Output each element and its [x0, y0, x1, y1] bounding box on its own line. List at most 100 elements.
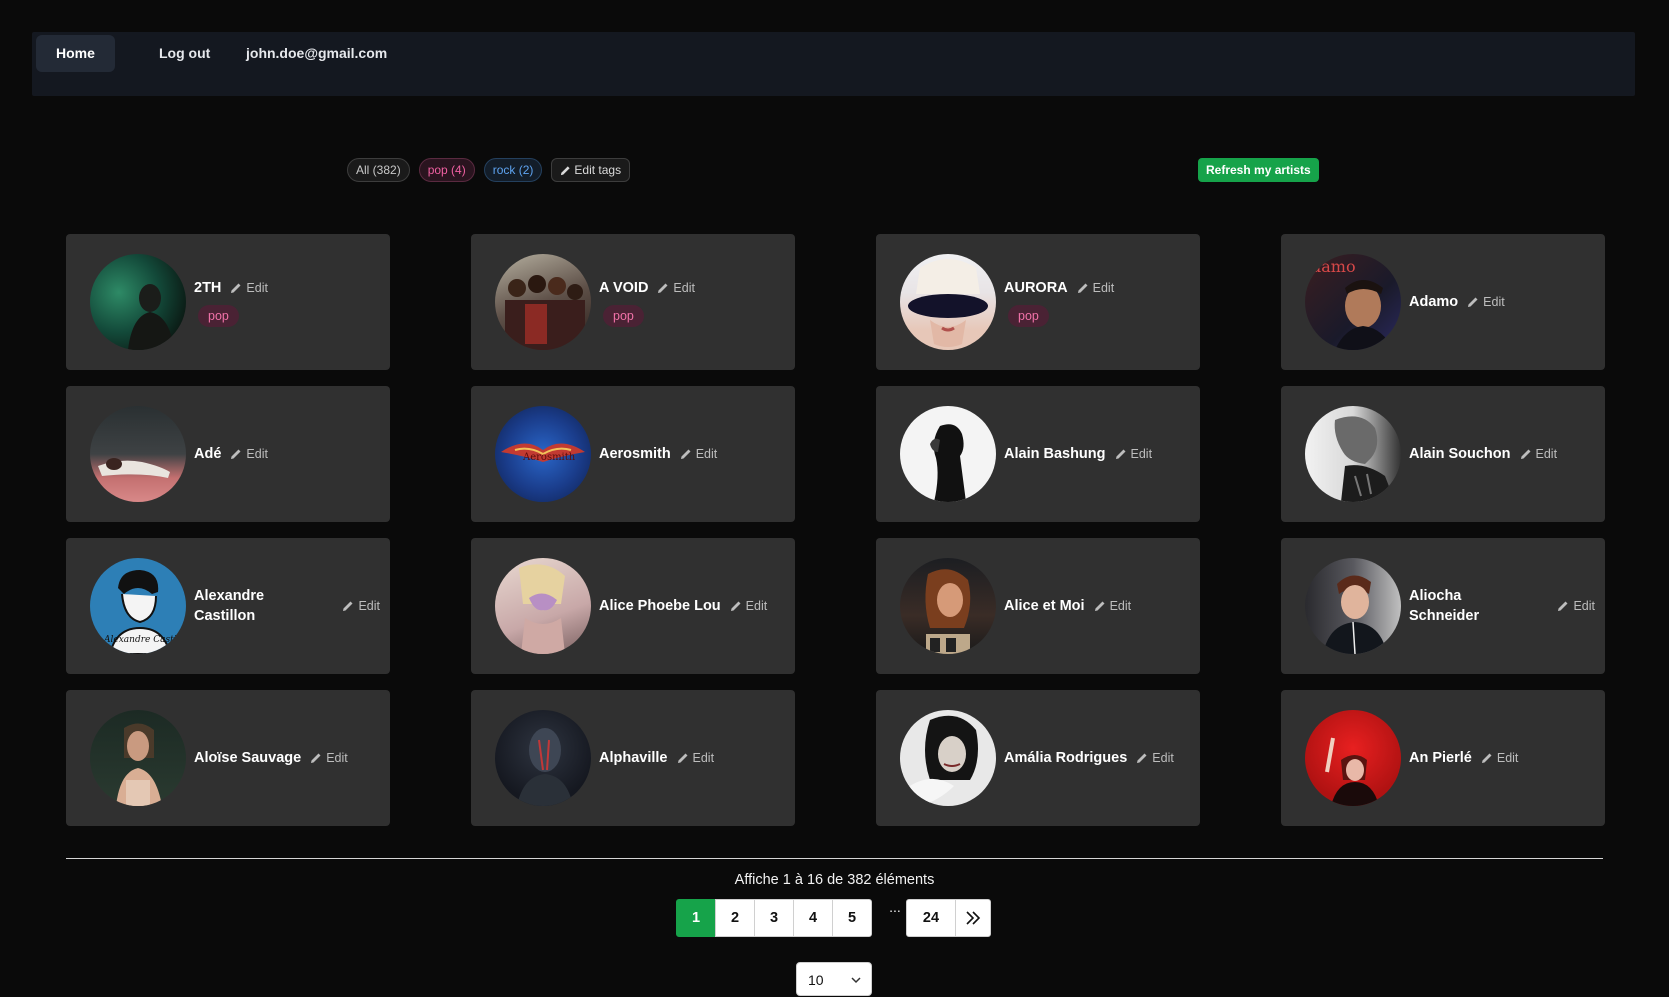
pencil-icon: [231, 449, 241, 459]
artist-avatar: [900, 558, 996, 654]
artist-card[interactable]: Alain Souchon Edit: [1281, 386, 1605, 522]
per-page-select[interactable]: 10: [796, 962, 872, 996]
edit-artist-button[interactable]: Edit: [310, 751, 348, 765]
artist-card[interactable]: Alphaville Edit: [471, 690, 795, 826]
edit-artist-button[interactable]: Edit: [230, 281, 268, 295]
edit-artist-button[interactable]: Edit: [1481, 751, 1518, 765]
artist-tag-badge[interactable]: pop: [198, 304, 239, 327]
pencil-icon: [311, 753, 321, 763]
artist-card[interactable]: Alain Bashung Edit: [876, 386, 1200, 522]
artist-avatar: [495, 710, 591, 806]
page-button-3[interactable]: 3: [754, 899, 794, 937]
artist-name: An Pierlé: [1409, 750, 1472, 766]
per-page-value: 10: [808, 972, 824, 988]
pencil-icon: [1094, 601, 1105, 611]
edit-artist-button[interactable]: Edit: [1136, 751, 1174, 765]
artist-card[interactable]: AURORA Edit pop: [876, 234, 1200, 370]
pencil-icon: [343, 601, 353, 611]
edit-artist-button[interactable]: Edit: [1115, 447, 1152, 461]
pencil-icon: [677, 753, 687, 763]
edit-artist-button[interactable]: Edit: [657, 281, 695, 295]
tag-filter-rock[interactable]: rock (2): [483, 158, 543, 182]
tag-filter-bar: All (382) pop (4) rock (2) Edit tags: [347, 158, 631, 182]
tag-filter-pop[interactable]: pop (4): [418, 158, 475, 182]
artist-avatar: [495, 254, 591, 350]
artist-card[interactable]: Alexandre Castillon Alexandre Castillon …: [66, 538, 390, 674]
edit-artist-button[interactable]: Edit: [1520, 447, 1558, 461]
edit-artist-button[interactable]: Edit: [230, 447, 268, 461]
artist-name: Aerosmith: [599, 446, 671, 462]
edit-artist-button[interactable]: Edit: [677, 751, 715, 765]
edit-label: Edit: [1483, 295, 1505, 309]
artist-card[interactable]: 2TH Edit pop: [66, 234, 390, 370]
artist-card[interactable]: A VOID Edit pop: [471, 234, 795, 370]
artist-name: Alice Phoebe Lou: [599, 598, 721, 614]
artist-avatar: Aerosmith: [495, 406, 591, 502]
artist-tag-badge[interactable]: pop: [1008, 304, 1049, 327]
pencil-icon: [1077, 283, 1088, 293]
edit-artist-button[interactable]: Edit: [1467, 295, 1505, 309]
edit-label: Edit: [1109, 599, 1132, 613]
edit-artist-button[interactable]: Edit: [1094, 599, 1132, 613]
artist-card[interactable]: Alice et Moi Edit: [876, 538, 1200, 674]
artist-avatar: [90, 406, 186, 502]
edit-label: Edit: [745, 599, 768, 613]
artist-name: A VOID: [599, 279, 649, 296]
svg-text:damo: damo: [1311, 257, 1356, 276]
pencil-icon: [1115, 449, 1126, 459]
artist-card[interactable]: Aliocha Schneider Edit: [1281, 538, 1605, 674]
artist-card[interactable]: Amália Rodrigues Edit: [876, 690, 1200, 826]
artist-card[interactable]: An Pierlé Edit: [1281, 690, 1605, 826]
artist-card[interactable]: Aloïse Sauvage Edit: [66, 690, 390, 826]
artist-tag-badge[interactable]: pop: [603, 304, 644, 327]
svg-text:Aerosmith: Aerosmith: [522, 452, 576, 463]
edit-artist-button[interactable]: Edit: [730, 599, 768, 613]
artist-card[interactable]: damo Adamo Edit: [1281, 234, 1605, 370]
artist-avatar: [90, 710, 186, 806]
edit-label: Edit: [1092, 280, 1115, 295]
artist-avatar: Alexandre Castillon: [90, 558, 186, 654]
tag-filter-all[interactable]: All (382): [347, 158, 410, 182]
artist-name: Alphaville: [599, 750, 668, 766]
edit-label: Edit: [1535, 447, 1558, 461]
divider: [66, 858, 1603, 859]
artist-name: Adamo: [1409, 294, 1459, 310]
artist-name: 2TH: [194, 279, 222, 296]
pencil-icon: [1137, 753, 1147, 763]
edit-artist-button[interactable]: Edit: [342, 599, 380, 613]
edit-label: Edit: [358, 599, 380, 613]
edit-artist-button[interactable]: Edit: [680, 447, 718, 461]
edit-label: Edit: [1152, 751, 1174, 765]
artist-name: Alain Bashung: [1004, 446, 1106, 462]
pencil-icon: [658, 283, 668, 293]
page-button-last[interactable]: 24: [906, 899, 956, 937]
edit-label: Edit: [692, 751, 715, 765]
page-button-4[interactable]: 4: [793, 899, 833, 937]
edit-artist-button[interactable]: Edit: [1557, 599, 1595, 613]
artist-name: Alice et Moi: [1004, 598, 1085, 614]
page-button-2[interactable]: 2: [715, 899, 755, 937]
pencil-icon: [730, 601, 741, 611]
artist-name: Alain Souchon: [1409, 446, 1511, 462]
edit-label: Edit: [1573, 599, 1595, 613]
next-pages-button[interactable]: [955, 899, 991, 937]
edit-label: Edit: [246, 447, 268, 461]
artist-card[interactable]: Aerosmith Aerosmith Edit: [471, 386, 795, 522]
refresh-artists-button[interactable]: Refresh my artists: [1198, 158, 1319, 182]
pagination-ellipsis: ...: [889, 899, 901, 915]
edit-tags-button[interactable]: Edit tags: [551, 158, 631, 182]
double-chevron-right-icon: [966, 911, 981, 925]
nav-logout[interactable]: Log out: [139, 35, 230, 72]
nav-home[interactable]: Home: [36, 35, 115, 72]
page-button-1[interactable]: 1: [676, 899, 716, 937]
svg-text:Alexandre Castillon: Alexandre Castillon: [103, 635, 186, 645]
page-button-5[interactable]: 5: [832, 899, 872, 937]
edit-label: Edit: [695, 447, 718, 461]
artist-avatar: [1305, 406, 1401, 502]
edit-artist-button[interactable]: Edit: [1077, 280, 1115, 295]
artist-card[interactable]: Alice Phoebe Lou Edit: [471, 538, 795, 674]
chevron-down-icon: [851, 977, 861, 984]
artist-name: Aliocha Schneider: [1409, 588, 1480, 624]
nav-user-email[interactable]: john.doe@gmail.com: [226, 35, 407, 72]
artist-card[interactable]: Adé Edit: [66, 386, 390, 522]
